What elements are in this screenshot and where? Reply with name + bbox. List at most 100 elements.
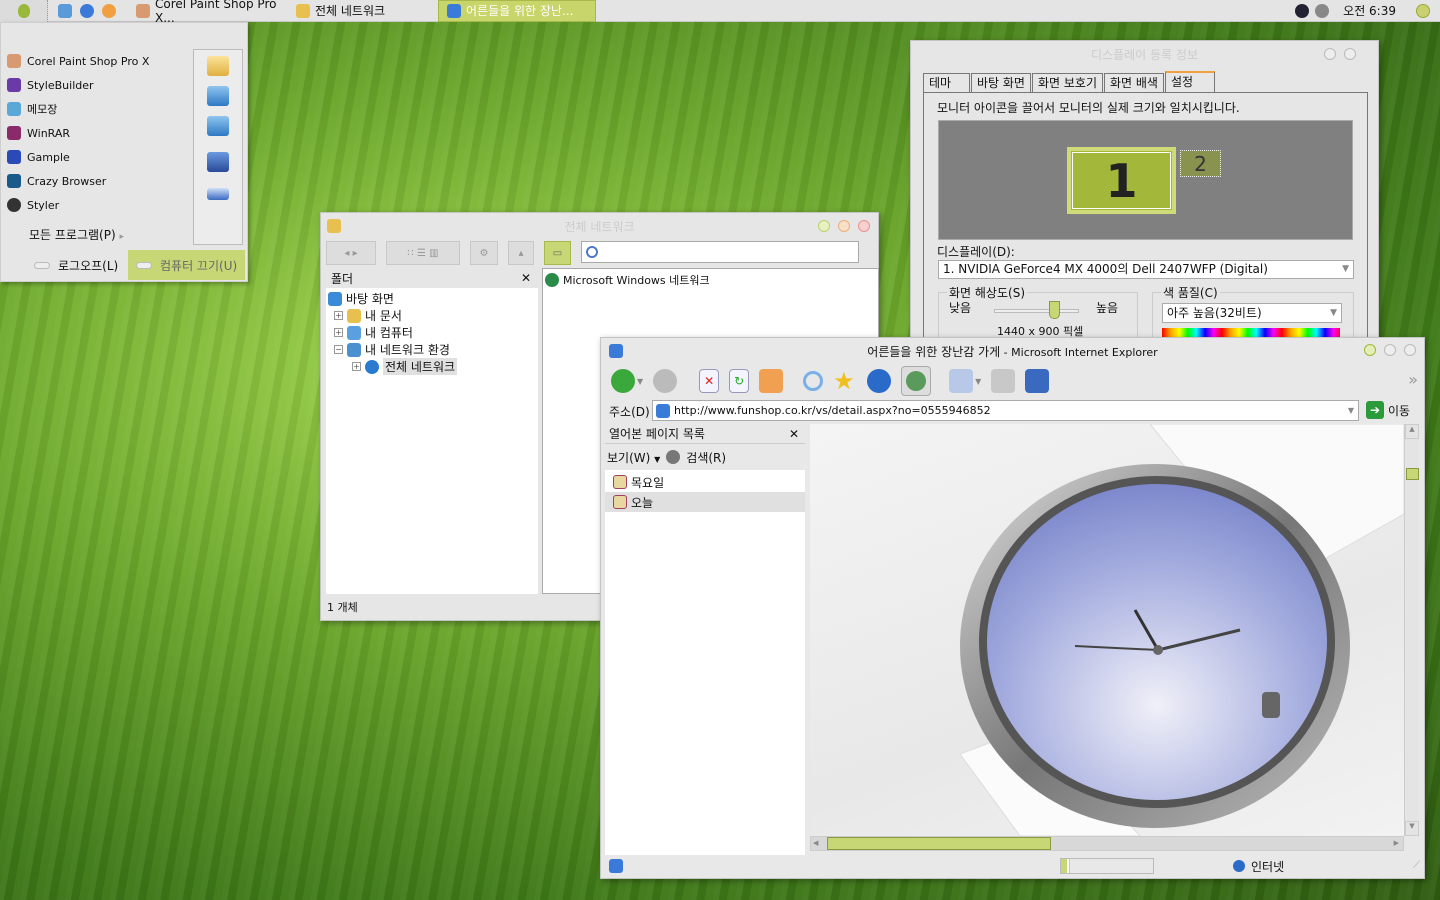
control-panel-icon[interactable] bbox=[207, 152, 229, 172]
program-item[interactable]: Crazy Browser bbox=[7, 169, 149, 193]
resolution-slider-thumb[interactable] bbox=[1048, 301, 1060, 319]
styler-icon[interactable] bbox=[1295, 3, 1310, 18]
scroll-thumb[interactable] bbox=[827, 837, 1051, 850]
history-icon[interactable] bbox=[901, 366, 932, 396]
scroll-right-icon[interactable]: ▶ bbox=[1394, 839, 1399, 847]
minimize-button[interactable] bbox=[1364, 344, 1376, 356]
view-buttons[interactable]: ∷ ☰ ▥ bbox=[386, 241, 460, 265]
monitor-1[interactable]: 1 bbox=[1067, 147, 1176, 214]
settings-button[interactable]: ⚙ bbox=[470, 241, 498, 265]
media-icon[interactable] bbox=[102, 3, 116, 18]
folder-tree: 바탕 화면 + 내 문서 + 내 컴퓨터 − 내 네트워크 환경 + 전체 네트워크 bbox=[326, 288, 538, 594]
stop-icon[interactable]: ✕ bbox=[699, 369, 720, 393]
close-button[interactable] bbox=[858, 220, 870, 232]
view-menu[interactable]: 보기(W) ▼ bbox=[607, 449, 660, 466]
search-icon bbox=[586, 246, 598, 258]
volume-icon[interactable] bbox=[1315, 3, 1330, 18]
display-select[interactable]: 1. NVIDIA GeForce4 MX 4000의 Dell 2407WFP… bbox=[938, 260, 1354, 279]
tree-item[interactable]: − 내 네트워크 환경 bbox=[328, 341, 536, 358]
tree-item[interactable]: + 내 컴퓨터 bbox=[328, 324, 536, 341]
resize-grip-icon[interactable]: ⟋ bbox=[1413, 860, 1420, 871]
minimize-button[interactable] bbox=[818, 220, 830, 232]
close-button[interactable] bbox=[1344, 48, 1356, 60]
task-paintshop[interactable]: Corel Paint Shop Pro X... bbox=[128, 0, 288, 25]
computer-icon bbox=[347, 325, 361, 340]
tree-item[interactable]: 바탕 화면 bbox=[328, 290, 536, 307]
history-item[interactable]: 목요일 bbox=[605, 472, 805, 492]
network-icon[interactable] bbox=[207, 116, 229, 136]
close-icon[interactable]: ✕ bbox=[789, 427, 799, 441]
start-button[interactable] bbox=[0, 0, 48, 22]
tab-settings[interactable]: 설정 bbox=[1164, 71, 1215, 92]
address-label: 주소(D) bbox=[609, 405, 650, 419]
shutdown-button[interactable]: 컴퓨터 끄기(U) bbox=[128, 250, 245, 280]
history-search-button[interactable]: 검색(R) bbox=[686, 449, 726, 466]
start-menu: Corel Paint Shop Pro X StyleBuilder 메모장 … bbox=[0, 22, 248, 282]
back-forward-buttons[interactable]: ◂ ▸ bbox=[326, 241, 376, 265]
expand-icon[interactable]: + bbox=[334, 311, 343, 320]
horizontal-scrollbar[interactable]: ◀ ▶ bbox=[810, 836, 1404, 851]
maximize-button[interactable] bbox=[838, 220, 850, 232]
toolbar-overflow-icon[interactable]: » bbox=[1408, 370, 1418, 389]
folders-button[interactable]: ▭ bbox=[544, 241, 571, 265]
quick-launch bbox=[58, 3, 128, 18]
home-icon[interactable] bbox=[759, 369, 784, 393]
scroll-left-icon[interactable]: ◀ bbox=[813, 839, 818, 847]
documents-icon[interactable] bbox=[207, 56, 229, 76]
list-item[interactable]: Microsoft Windows 네트워크 bbox=[545, 271, 876, 288]
mail-icon[interactable] bbox=[949, 369, 974, 393]
tab-appearance[interactable]: 화면 배색 bbox=[1104, 73, 1164, 92]
history-item[interactable]: 오늘 bbox=[605, 492, 805, 512]
tree-item[interactable]: + 내 문서 bbox=[328, 307, 536, 324]
favorites-icon[interactable]: ★ bbox=[833, 369, 857, 393]
color-quality-select[interactable]: 아주 높음(32비트) ▼ bbox=[1162, 303, 1342, 323]
task-network[interactable]: 전체 네트워크 bbox=[288, 0, 438, 22]
all-programs[interactable]: 모든 프로그램(P) ▸ bbox=[29, 226, 124, 243]
search-icon[interactable] bbox=[803, 371, 824, 391]
run-icon[interactable] bbox=[207, 188, 229, 200]
expand-icon[interactable]: + bbox=[334, 328, 343, 337]
search-input[interactable] bbox=[581, 241, 859, 263]
display-properties-window: 디스플레이 등록 정보 테마 바탕 화면 화면 보호기 화면 배색 설정 모니터… bbox=[910, 40, 1379, 340]
scroll-thumb[interactable] bbox=[1406, 468, 1419, 480]
network-globe-icon bbox=[545, 272, 559, 287]
ie-status-bar: 인터넷 ⟋ bbox=[601, 856, 1424, 878]
tree-item[interactable]: + 전체 네트워크 bbox=[328, 358, 536, 375]
go-button[interactable]: ➔ 이동 bbox=[1366, 401, 1410, 419]
program-item[interactable]: WinRAR bbox=[7, 121, 149, 145]
logoff-button[interactable]: 로그오프(L) bbox=[1, 250, 128, 280]
up-button[interactable]: ▴ bbox=[508, 241, 534, 265]
maximize-button[interactable] bbox=[1384, 344, 1396, 356]
tab-theme[interactable]: 테마 bbox=[923, 73, 970, 92]
close-icon[interactable]: ✕ bbox=[521, 271, 531, 285]
back-icon[interactable] bbox=[611, 369, 635, 393]
address-bar[interactable]: http://www.funshop.co.kr/vs/detail.aspx?… bbox=[652, 400, 1359, 421]
ie-icon[interactable] bbox=[80, 3, 94, 18]
task-ie[interactable]: 어른들을 위한 장난... bbox=[438, 0, 596, 22]
expand-icon[interactable]: + bbox=[352, 362, 361, 371]
refresh-icon[interactable]: ↻ bbox=[729, 369, 750, 393]
close-button[interactable] bbox=[1404, 344, 1416, 356]
program-item[interactable]: Styler bbox=[7, 193, 149, 217]
computer-icon[interactable] bbox=[207, 86, 229, 106]
media-icon[interactable] bbox=[867, 369, 892, 393]
print-icon[interactable] bbox=[991, 369, 1016, 393]
scroll-up-icon[interactable]: ▲ bbox=[1405, 424, 1419, 439]
dropdown-arrow-icon[interactable]: ▼ bbox=[1348, 406, 1354, 415]
program-item[interactable]: Corel Paint Shop Pro X bbox=[7, 49, 149, 73]
tab-screensaver[interactable]: 화면 보호기 bbox=[1031, 73, 1103, 92]
desktop-icon[interactable] bbox=[58, 3, 72, 18]
monitor-2[interactable]: 2 bbox=[1180, 150, 1221, 177]
program-item[interactable]: 메모장 bbox=[7, 97, 149, 121]
search-icon[interactable] bbox=[1416, 3, 1430, 18]
program-item[interactable]: Gample bbox=[7, 145, 149, 169]
program-item[interactable]: StyleBuilder bbox=[7, 73, 149, 97]
forward-icon[interactable] bbox=[653, 369, 678, 393]
edit-icon[interactable] bbox=[1025, 369, 1050, 393]
vertical-scrollbar[interactable]: ▲ ▼ bbox=[1404, 424, 1419, 836]
folder-icon bbox=[327, 219, 341, 233]
scroll-down-icon[interactable]: ▼ bbox=[1405, 821, 1419, 836]
collapse-icon[interactable]: − bbox=[334, 345, 343, 354]
help-button[interactable] bbox=[1324, 48, 1336, 60]
tab-desktop[interactable]: 바탕 화면 bbox=[971, 73, 1031, 92]
